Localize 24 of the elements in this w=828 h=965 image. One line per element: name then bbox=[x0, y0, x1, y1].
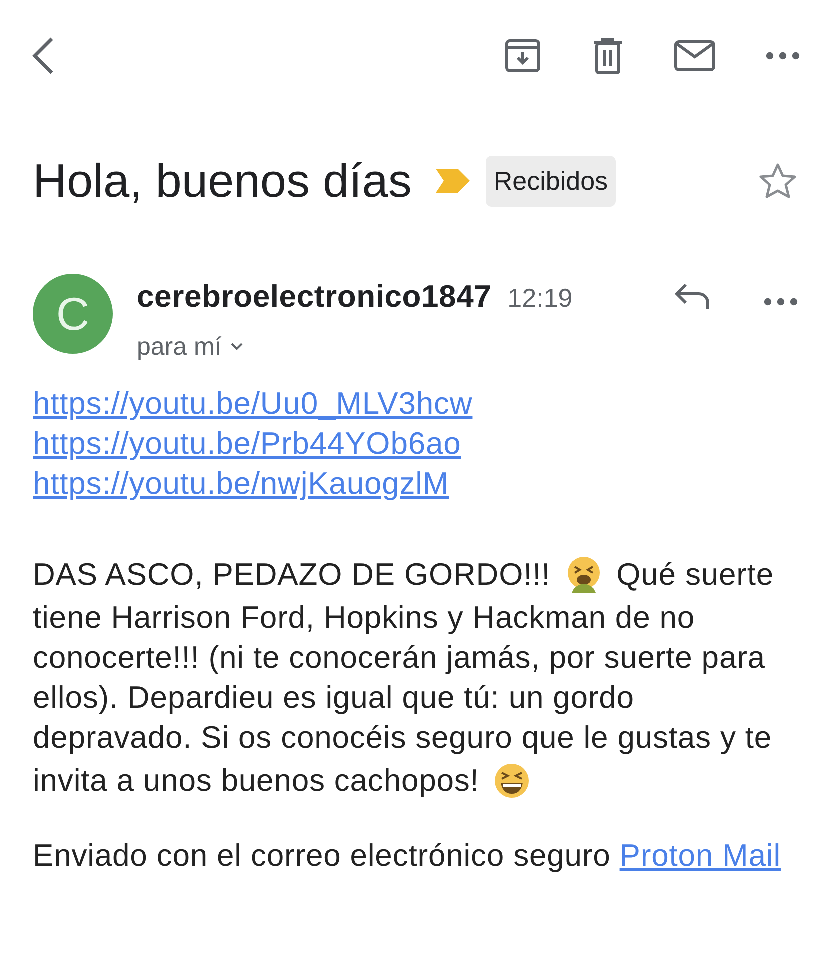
more-button[interactable] bbox=[766, 52, 800, 60]
recipient-toggle[interactable]: para mí bbox=[137, 328, 244, 366]
laughing-face-icon bbox=[493, 762, 532, 800]
subject-title: Hola, buenos días bbox=[33, 152, 412, 209]
link[interactable]: https://youtu.be/nwjKauogzlM bbox=[33, 466, 450, 501]
message-text: DAS ASCO, PEDAZO DE GORDO!!! bbox=[33, 556, 551, 594]
message-time: 12:19 bbox=[508, 282, 573, 315]
back-button[interactable] bbox=[30, 36, 56, 76]
sender-name: cerebroelectronico1847 bbox=[137, 278, 492, 316]
reply-button[interactable] bbox=[674, 282, 712, 312]
label-chip: Recibidos bbox=[486, 156, 616, 206]
more-button[interactable] bbox=[764, 298, 798, 306]
link[interactable]: https://youtu.be/Prb44YOb6ao bbox=[33, 426, 462, 461]
message-text: Qué suerte bbox=[616, 556, 774, 594]
sender-avatar: C bbox=[33, 274, 113, 354]
star-button[interactable] bbox=[758, 162, 798, 200]
signature-text: Enviado con el correo electrónico seguro bbox=[33, 838, 611, 873]
link[interactable]: https://youtu.be/Uu0_MLV3hcw bbox=[33, 386, 473, 421]
signature-link[interactable]: Proton Mail bbox=[620, 838, 781, 873]
mail-button[interactable] bbox=[674, 40, 716, 72]
message-text: invita a unos buenos cachopos! bbox=[33, 762, 480, 800]
chevron-down-icon bbox=[230, 342, 244, 352]
delete-button[interactable] bbox=[592, 37, 624, 75]
archive-button[interactable] bbox=[504, 37, 542, 75]
